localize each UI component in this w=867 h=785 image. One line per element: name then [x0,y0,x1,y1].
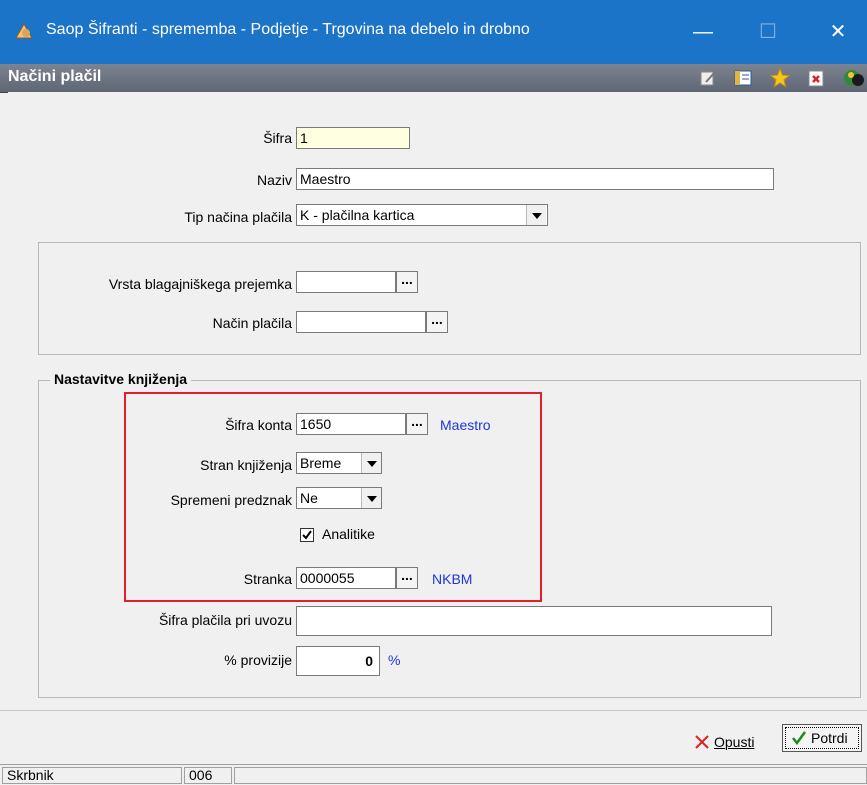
check-icon [792,731,807,746]
sifra-input[interactable]: 1 [296,127,410,149]
provizija-label: % provizije [224,652,292,668]
stranka-browse-button[interactable]: ... [396,567,418,589]
footer-divider [0,710,867,711]
predznak-value: Ne [300,490,318,506]
confirm-label: Potrdi [811,730,848,746]
stranka-label: Stranka [243,571,292,587]
provizija-unit: % [388,652,401,668]
provizija-input[interactable]: 0 [296,646,380,676]
app-icon [14,22,34,42]
naziv-input[interactable]: Maestro [296,168,774,190]
predznak-label: Spremeni predznak [170,492,292,508]
booking-group-title: Nastavitve knjiženja [50,371,192,387]
receipt-group [38,242,861,355]
cancel-button[interactable]: Opusti [694,728,774,756]
stran-dropdown-button[interactable] [361,453,381,473]
vrsta-browse-button[interactable]: ... [396,271,418,293]
status-user: Skrbnik [2,767,182,784]
edit-icon[interactable] [698,68,718,88]
analitike-checkbox[interactable] [300,528,314,542]
vrsta-input[interactable] [296,271,396,293]
uvoz-input[interactable] [296,606,772,636]
stran-value: Breme [300,455,342,471]
nacin-browse-button[interactable]: ... [426,311,448,333]
nacin-label: Način plačila [212,315,292,331]
status-code: 006 [184,767,232,784]
exit-icon[interactable] [843,68,864,88]
stranka-input[interactable]: 0000055 [296,567,396,589]
cancel-icon [695,735,709,749]
konto-input[interactable]: 1650 [296,413,406,435]
list-icon[interactable] [733,68,753,88]
tip-label: Tip načina plačila [184,209,292,225]
uvoz-label: Šifra plačila pri uvozu [158,612,292,628]
tip-value: K - plačilna kartica [300,207,415,223]
confirm-button[interactable]: Potrdi [782,724,862,752]
predznak-dropdown-button[interactable] [361,488,381,508]
close-button[interactable]: ✕ [815,12,861,52]
maximize-button[interactable]: ☐ [745,12,791,52]
stranka-description: NKBM [432,571,473,587]
naziv-label: Naziv [256,172,292,188]
konto-browse-button[interactable]: ... [406,413,428,435]
minimize-button[interactable]: — [680,12,726,52]
title-bar: Saop Šifranti - sprememba - Podjetje - T… [0,0,867,64]
status-message [234,767,867,784]
cancel-label: Opusti [714,734,755,750]
window-title: Saop Šifranti - sprememba - Podjetje - T… [46,21,530,38]
nacin-input[interactable] [296,311,426,333]
sifra-label: Šifra [263,130,292,146]
star-icon[interactable] [769,67,791,88]
stran-label: Stran knjiženja [200,457,292,473]
tip-select[interactable]: K - plačilna kartica [296,204,548,226]
tip-dropdown-button[interactable] [526,205,546,225]
konto-label: Šifra konta [225,417,292,433]
delete-icon[interactable] [806,68,826,88]
form-title: Načini plačil [8,68,102,85]
vrsta-label: Vrsta blagajniškega prejemka [108,276,292,292]
konto-description: Maestro [440,417,491,433]
analitike-label: Analitike [322,526,375,542]
